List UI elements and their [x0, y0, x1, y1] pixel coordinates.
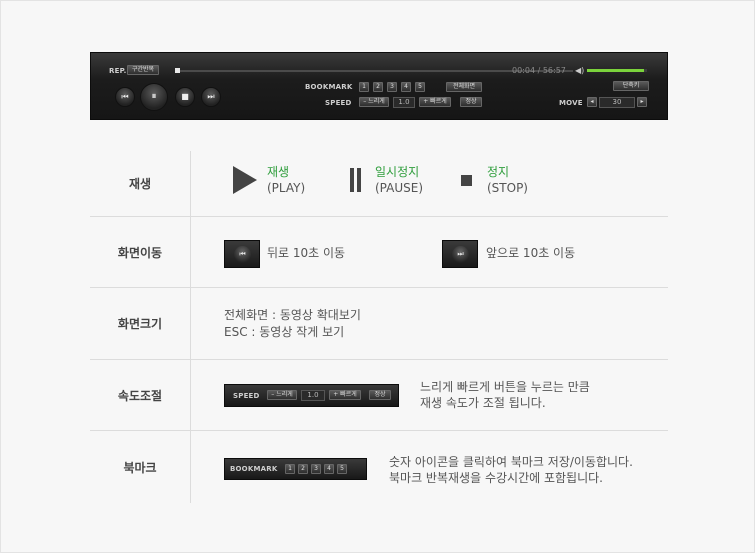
sample-bookmark-1: 1 — [285, 464, 295, 474]
rep-label: REP. — [109, 67, 127, 75]
speaker-icon[interactable]: ◀) — [575, 66, 584, 75]
previous-icon: ⏮ — [234, 246, 251, 263]
pause-button[interactable]: ⏸ — [140, 83, 168, 111]
previous-button[interactable]: ⏮ — [115, 87, 135, 107]
pause-icon — [350, 168, 354, 192]
stop-icon — [461, 175, 472, 186]
stop-sub: (STOP) — [487, 181, 528, 195]
speed-line2: 재생 속도가 조절 됩니다. — [420, 396, 546, 410]
bookmark-4-button[interactable]: 4 — [401, 82, 411, 92]
play-title: 재생 — [267, 165, 290, 179]
speed-label: SPEED — [325, 99, 352, 107]
speed-value: 1.0 — [393, 97, 415, 108]
speed-controls-sample: SPEED – 느리게 1.0 + 빠르게 정상 — [224, 384, 399, 407]
forward-10s-icon: ⏭ — [442, 240, 478, 268]
next-button[interactable]: ⏭ — [201, 87, 221, 107]
pause-title: 일시정지 — [375, 165, 420, 179]
play-icon — [233, 166, 257, 194]
row-size: 화면크기 전체화면 : 동영상 확대보기 ESC : 동영상 작게 보기 — [90, 288, 668, 360]
row-speed: 속도조절 SPEED – 느리게 1.0 + 빠르게 정상 느리게 빠르게 버튼… — [90, 360, 668, 431]
move-seconds-value[interactable]: 30 — [599, 97, 635, 108]
sample-bookmark-5: 5 — [337, 464, 347, 474]
pause-sub: (PAUSE) — [375, 181, 424, 195]
play-sub: (PLAY) — [267, 181, 306, 195]
volume-slider[interactable] — [587, 69, 647, 72]
sample-slower-button: – 느리게 — [267, 390, 297, 400]
bookmark-label: BOOKMARK — [305, 83, 353, 91]
row-label-bookmark: 북마크 — [90, 431, 191, 503]
rewind-10s-icon: ⏮ — [224, 240, 260, 268]
move-next-button[interactable]: ▸ — [637, 97, 647, 107]
shortcut-button[interactable]: 단축키 — [613, 81, 649, 91]
sample-normal-button: 정상 — [369, 390, 391, 400]
row-bookmark: 북마크 BOOKMARK 1 2 3 4 5 숫자 아이콘을 클릭하여 북마크 … — [90, 431, 668, 503]
sample-faster-button: + 빠르게 — [329, 390, 361, 400]
bookmark-line2: 북마크 반복재생을 수강시간에 포함됩니다. — [389, 471, 603, 485]
bookmark-3-button[interactable]: 3 — [387, 82, 397, 92]
row-label-speed: 속도조절 — [90, 360, 191, 430]
speed-line1: 느리게 빠르게 버튼을 누르는 만큼 — [420, 380, 590, 394]
row-seek: 화면이동 ⏮ 뒤로 10초 이동 ⏭ 앞으로 10초 이동 — [90, 217, 668, 288]
bookmark-controls-sample: BOOKMARK 1 2 3 4 5 — [224, 458, 367, 480]
move-label: MOVE — [559, 99, 583, 107]
row-label-play: 재생 — [90, 151, 191, 216]
video-player-controls: REP. 구간반복 00:04 / 56:57 ◀) ⏮ ⏸ ■ ⏭ BOOKM… — [90, 52, 668, 120]
row-play: 재생 재생 (PLAY) 일시정지 (PAUSE) 정지 (STOP) — [90, 151, 668, 217]
forward-text: 앞으로 10초 이동 — [486, 246, 576, 260]
sample-bookmark-3: 3 — [311, 464, 321, 474]
stop-button[interactable]: ■ — [175, 87, 195, 107]
size-line2: ESC : 동영상 작게 보기 — [224, 325, 345, 339]
sample-speed-value: 1.0 — [301, 390, 325, 401]
sample-bookmark-2: 2 — [298, 464, 308, 474]
bookmark-line1: 숫자 아이콘을 클릭하여 북마크 저장/이동합니다. — [389, 455, 633, 469]
bookmark-2-button[interactable]: 2 — [373, 82, 383, 92]
bookmark-1-button[interactable]: 1 — [359, 82, 369, 92]
volume-fill — [587, 69, 644, 72]
size-line1: 전체화면 : 동영상 확대보기 — [224, 308, 361, 322]
faster-button[interactable]: + 빠르게 — [419, 97, 451, 107]
row-label-seek: 화면이동 — [90, 217, 191, 287]
move-prev-button[interactable]: ◂ — [587, 97, 597, 107]
fullscreen-button[interactable]: 전체화면 — [446, 82, 482, 92]
bookmark-5-button[interactable]: 5 — [415, 82, 425, 92]
rewind-text: 뒤로 10초 이동 — [267, 246, 346, 260]
sample-bookmark-label: BOOKMARK — [230, 465, 278, 473]
pause-icon-bar2 — [357, 168, 361, 192]
section-repeat-button[interactable]: 구간반복 — [127, 65, 159, 75]
next-icon: ⏭ — [452, 246, 469, 263]
slower-button[interactable]: – 느리게 — [359, 97, 389, 107]
sample-speed-label: SPEED — [233, 392, 260, 400]
time-display: 00:04 / 56:57 — [512, 66, 566, 75]
progress-knob[interactable] — [175, 68, 180, 73]
sample-bookmark-4: 4 — [324, 464, 334, 474]
row-label-size: 화면크기 — [90, 288, 191, 359]
normal-speed-button[interactable]: 정상 — [460, 97, 482, 107]
stop-title: 정지 — [487, 165, 510, 179]
